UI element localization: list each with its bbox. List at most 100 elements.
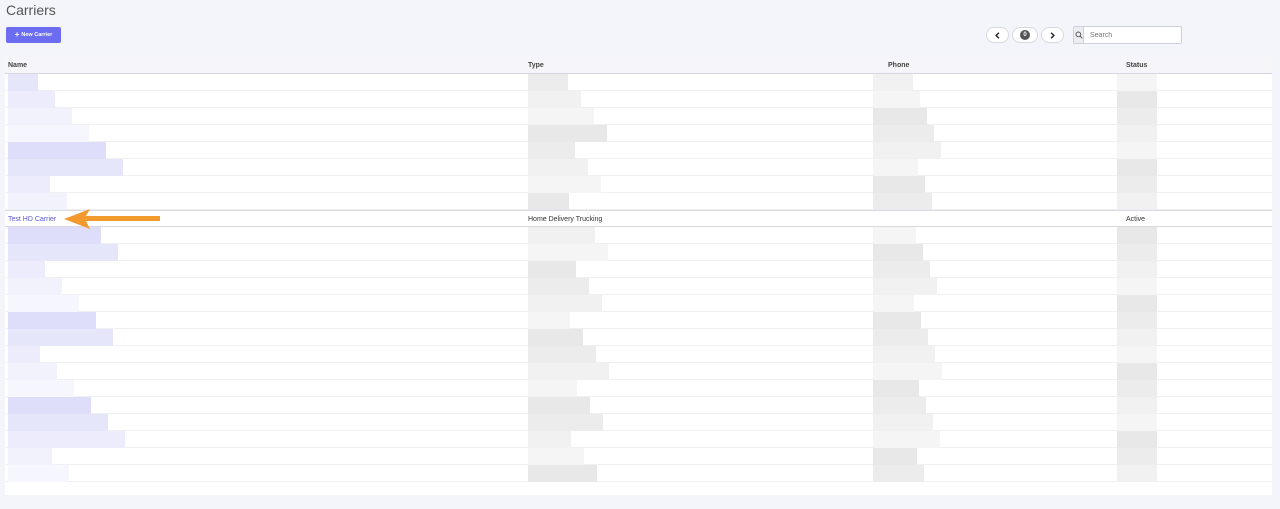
- redacted-cell: [1117, 193, 1157, 210]
- annotation-arrow-icon: [64, 209, 160, 229]
- redacted-cell: [528, 448, 584, 465]
- pagination: 0: [986, 27, 1064, 43]
- redacted-cell: [1117, 108, 1157, 125]
- redacted-cell: [873, 125, 934, 142]
- redacted-cell: [528, 125, 607, 142]
- redacted-table-row: [5, 448, 1272, 465]
- redacted-cell: [1117, 448, 1157, 465]
- redacted-cell: [528, 159, 588, 176]
- redacted-cell: [8, 363, 57, 380]
- redacted-table-row: [5, 74, 1272, 91]
- redacted-cell: [1117, 465, 1157, 482]
- carrier-name-link[interactable]: Test HD Carrier: [8, 216, 56, 223]
- redacted-cell: [873, 91, 920, 108]
- redacted-cell: [8, 142, 106, 159]
- search-box: [1073, 26, 1182, 44]
- redacted-cell: [1117, 159, 1157, 176]
- redacted-table-row: [5, 465, 1272, 482]
- redacted-cell: [1117, 397, 1157, 414]
- redacted-cell: [1117, 312, 1157, 329]
- redacted-cell: [873, 380, 919, 397]
- redacted-cell: [1117, 278, 1157, 295]
- redacted-cell: [528, 465, 597, 482]
- redacted-cell: [528, 312, 570, 329]
- redacted-cell: [8, 329, 113, 346]
- redacted-cell: [528, 380, 577, 397]
- redacted-cell: [528, 363, 609, 380]
- redacted-cell: [1117, 227, 1157, 244]
- redacted-cell: [1117, 346, 1157, 363]
- redacted-table-row: [5, 295, 1272, 312]
- redacted-table-row: [5, 431, 1272, 448]
- table-header: Name Type Phone Status: [5, 57, 1272, 74]
- redacted-cell: [8, 465, 69, 482]
- redacted-cell: [528, 329, 583, 346]
- redacted-cell: [8, 125, 89, 142]
- redacted-cell: [873, 278, 937, 295]
- redacted-cell: [1117, 91, 1157, 108]
- redacted-table-row: [5, 159, 1272, 176]
- redacted-cell: [8, 108, 72, 125]
- search-input[interactable]: [1084, 27, 1181, 43]
- redacted-cell: [873, 244, 923, 261]
- table-body: Test HD Carrier Home Delivery Trucking Act…: [5, 74, 1272, 482]
- redacted-cell: [528, 227, 595, 244]
- redacted-cell: [1117, 431, 1157, 448]
- redacted-table-row: [5, 227, 1272, 244]
- carrier-type-cell: Home Delivery Trucking: [528, 216, 603, 223]
- redacted-table-row: [5, 108, 1272, 125]
- redacted-cell: [528, 431, 571, 448]
- new-carrier-button[interactable]: + New Carrier: [6, 27, 61, 43]
- redacted-cell: [873, 176, 925, 193]
- redacted-cell: [1117, 74, 1157, 91]
- redacted-cell: [8, 346, 40, 363]
- redacted-cell: [873, 346, 935, 363]
- redacted-cell: [8, 312, 96, 329]
- redacted-cell: [1117, 363, 1157, 380]
- redacted-table-row: [5, 329, 1272, 346]
- redacted-cell: [873, 74, 913, 91]
- redacted-cell: [873, 193, 932, 210]
- redacted-table-row: [5, 380, 1272, 397]
- redacted-cell: [528, 74, 568, 91]
- redacted-cell: [873, 465, 924, 482]
- redacted-cell: [873, 108, 927, 125]
- redacted-cell: [8, 295, 79, 312]
- column-header-status[interactable]: Status: [1126, 62, 1147, 69]
- redacted-cell: [873, 159, 918, 176]
- column-header-name[interactable]: Name: [8, 62, 27, 69]
- next-page-button[interactable]: [1041, 27, 1064, 43]
- redacted-table-row: [5, 278, 1272, 295]
- column-header-type[interactable]: Type: [528, 62, 544, 69]
- redacted-cell: [8, 91, 55, 108]
- redacted-table-row: [5, 244, 1272, 261]
- redacted-cell: [8, 193, 67, 210]
- redacted-table-row: [5, 142, 1272, 159]
- redacted-cell: [8, 431, 125, 448]
- redacted-table-row: [5, 397, 1272, 414]
- redacted-cell: [873, 414, 933, 431]
- prev-page-button[interactable]: [986, 27, 1009, 43]
- page-number: 0: [1020, 30, 1030, 40]
- redacted-table-row: [5, 193, 1272, 210]
- search-icon[interactable]: [1074, 27, 1084, 43]
- table-row[interactable]: Test HD Carrier Home Delivery Trucking Act…: [5, 210, 1272, 227]
- redacted-cell: [528, 278, 589, 295]
- redacted-cell: [8, 448, 52, 465]
- redacted-cell: [873, 227, 916, 244]
- column-header-phone[interactable]: Phone: [888, 62, 909, 69]
- redacted-cell: [873, 397, 926, 414]
- redacted-cell: [8, 278, 62, 295]
- redacted-cell: [873, 448, 917, 465]
- redacted-cell: [1117, 414, 1157, 431]
- redacted-cell: [1117, 261, 1157, 278]
- redacted-cell: [1117, 142, 1157, 159]
- carrier-status-cell: Active: [1126, 216, 1146, 223]
- current-page-indicator[interactable]: 0: [1012, 27, 1038, 43]
- redacted-cell: [8, 176, 50, 193]
- redacted-cell: [528, 176, 601, 193]
- redacted-cell: [873, 329, 928, 346]
- redacted-cell: [8, 159, 123, 176]
- redacted-cell: [528, 108, 594, 125]
- redacted-cell: [528, 397, 590, 414]
